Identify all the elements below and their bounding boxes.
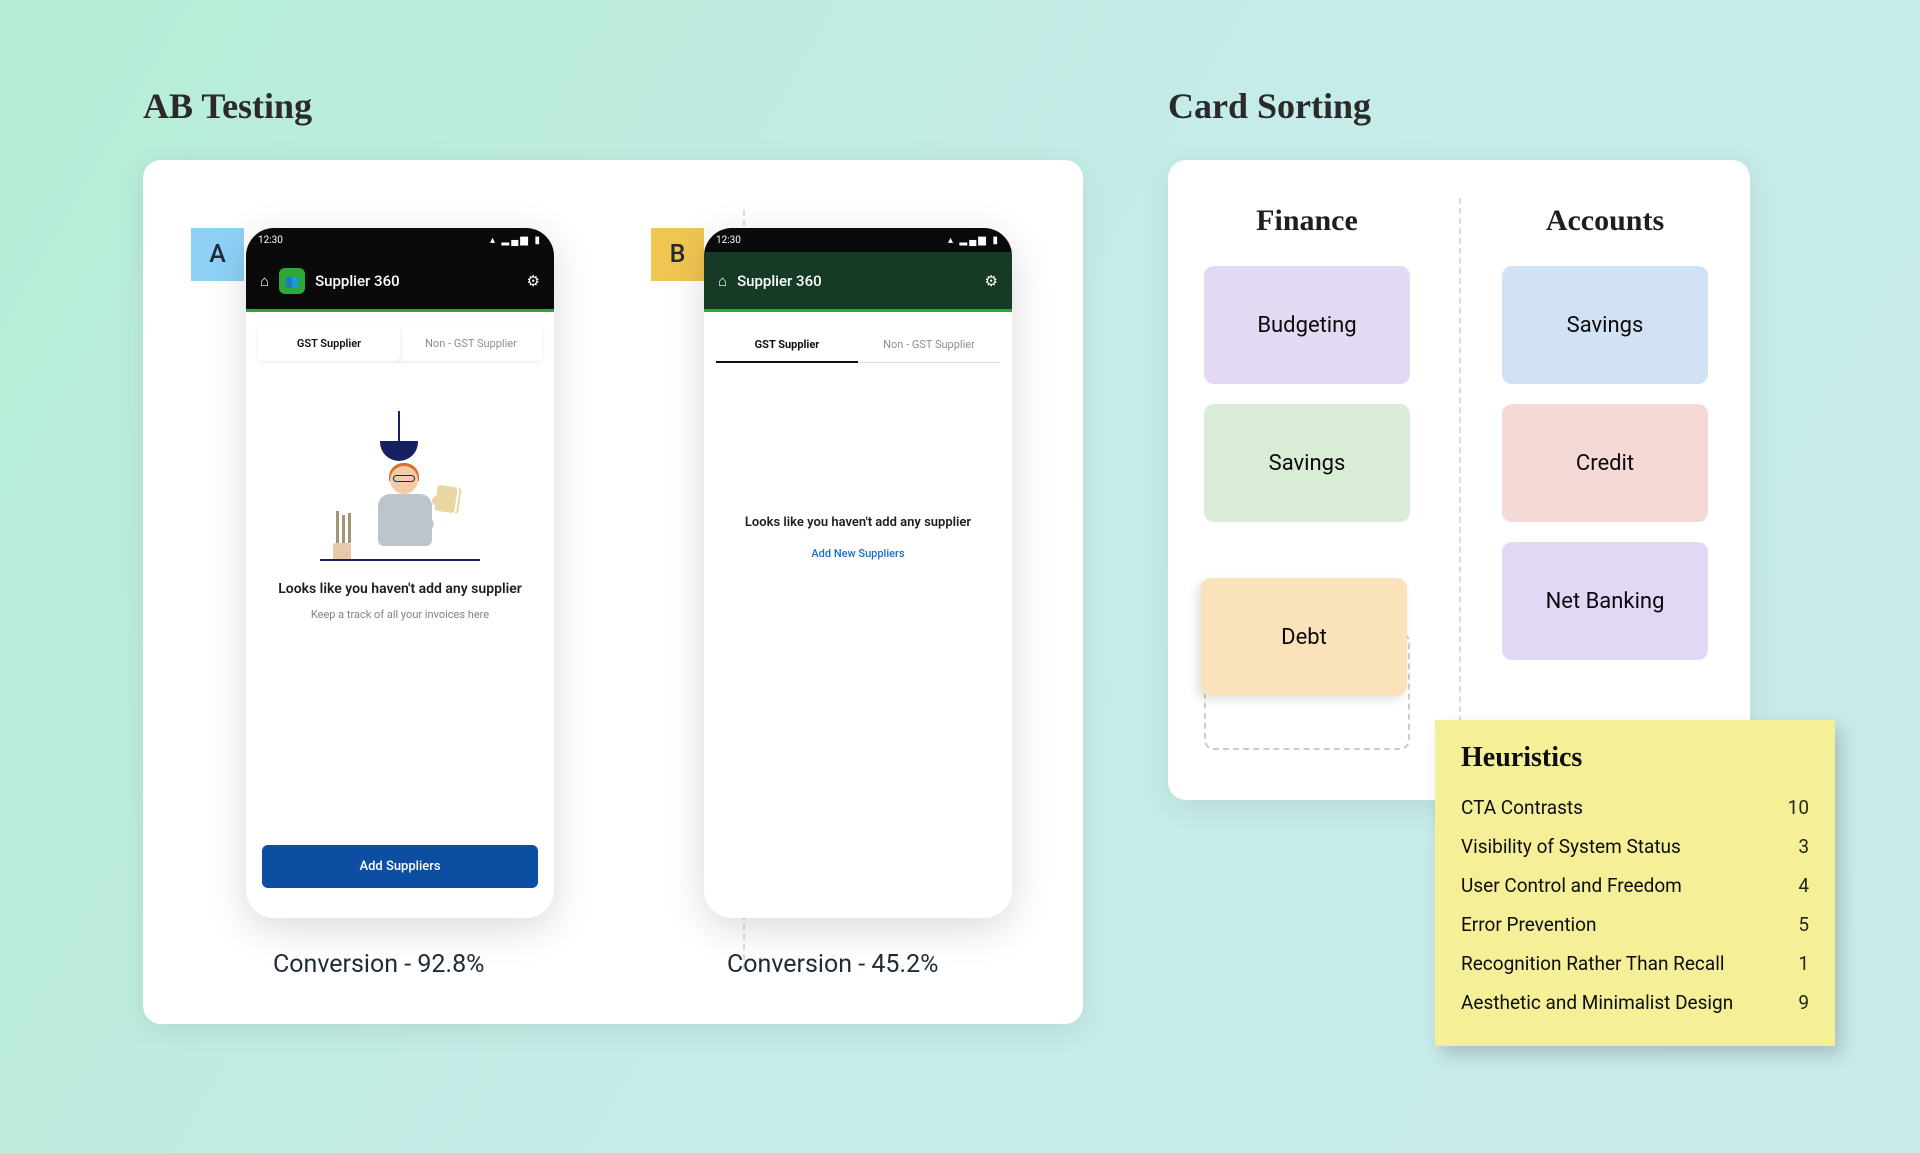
appbar: ⌂ 👥 Supplier 360 ⚙ [246,252,554,312]
heuristic-value: 4 [1798,874,1809,897]
heuristic-row: CTA Contrasts 10 [1461,788,1809,827]
heuristic-label: User Control and Freedom [1461,874,1682,897]
statusbar-time: 12:30 [258,235,283,246]
heuristic-label: Recognition Rather Than Recall [1461,952,1724,975]
tab-non-gst[interactable]: Non - GST Supplier [400,326,542,361]
supplier-logo-icon: 👥 [279,268,305,294]
gear-icon[interactable]: ⚙ [985,272,998,290]
heuristic-value: 9 [1798,991,1809,1014]
add-suppliers-button[interactable]: Add Suppliers [262,845,538,888]
conversion-a: Conversion - 92.8% [273,950,484,979]
card-savings[interactable]: Savings [1502,266,1708,384]
heuristic-label: Error Prevention [1461,913,1597,936]
empty-illustration [320,411,480,561]
card-net-banking[interactable]: Net Banking [1502,542,1708,660]
column-accounts: Accounts Savings Credit Net Banking [1502,204,1708,680]
column-title-accounts: Accounts [1502,204,1708,238]
wifi-icon: ▴ [490,235,497,246]
heuristic-label: CTA Contrasts [1461,796,1583,819]
card-debt[interactable]: Debt [1201,578,1407,696]
heuristic-label: Aesthetic and Minimalist Design [1461,991,1733,1014]
phone-variant-b: 12:30 ▴ ▂▄▆ ▮ ⌂ Supplier 360 ⚙ GST Suppl… [704,228,1012,918]
battery-icon: ▮ [534,235,542,246]
variant-badge-a: A [191,228,244,281]
cs-divider [1459,198,1461,762]
empty-state: Looks like you haven't add any supplier … [704,513,1012,560]
home-icon[interactable]: ⌂ [260,272,269,290]
statusbar-time: 12:30 [716,235,741,246]
heuristic-value: 5 [1798,913,1809,936]
tabs: GST Supplier Non - GST Supplier [258,326,542,361]
section-title-ab: AB Testing [143,85,312,127]
home-icon[interactable]: ⌂ [718,272,727,290]
tab-gst[interactable]: GST Supplier [258,326,400,361]
note-title: Heuristics [1461,742,1809,774]
heuristic-value: 1 [1798,952,1809,975]
add-new-suppliers-link[interactable]: Add New Suppliers [724,547,992,560]
heuristic-label: Visibility of System Status [1461,835,1681,858]
card-budgeting[interactable]: Budgeting [1204,266,1410,384]
empty-subtitle: Keep a track of all your invoices here [266,608,534,621]
app-title: Supplier 360 [315,272,400,290]
signal-icon: ▂▄▆ [960,235,988,246]
tabs: GST Supplier Non - GST Supplier [716,328,1000,363]
empty-title: Looks like you haven't add any supplier [724,513,992,533]
heuristic-row: Error Prevention 5 [1461,905,1809,944]
statusbar: 12:30 ▴ ▂▄▆ ▮ [246,228,554,252]
phone-variant-a: 12:30 ▴ ▂▄▆ ▮ ⌂ 👥 Supplier 360 ⚙ GST Sup… [246,228,554,918]
heuristic-row: User Control and Freedom 4 [1461,866,1809,905]
card-credit[interactable]: Credit [1502,404,1708,522]
status-icons: ▴ ▂▄▆ ▮ [948,235,1000,246]
ab-testing-panel: A B 12:30 ▴ ▂▄▆ ▮ ⌂ 👥 Supplier 360 ⚙ GST… [143,160,1083,1024]
tab-gst[interactable]: GST Supplier [716,328,858,363]
app-title: Supplier 360 [737,272,822,290]
heuristics-note[interactable]: Heuristics CTA Contrasts 10 Visibility o… [1435,720,1835,1046]
status-icons: ▴ ▂▄▆ ▮ [490,235,542,246]
heuristic-row: Recognition Rather Than Recall 1 [1461,944,1809,983]
conversion-b: Conversion - 45.2% [727,950,938,979]
wifi-icon: ▴ [948,235,955,246]
heuristic-row: Aesthetic and Minimalist Design 9 [1461,983,1809,1022]
battery-icon: ▮ [992,235,1000,246]
appbar: ⌂ Supplier 360 ⚙ [704,252,1012,312]
empty-state: Looks like you haven't add any supplier … [246,411,554,621]
section-title-card-sorting: Card Sorting [1168,85,1371,127]
empty-title: Looks like you haven't add any supplier [266,579,534,600]
statusbar: 12:30 ▴ ▂▄▆ ▮ [704,228,1012,252]
card-sorting-panel: Finance Budgeting Savings Debt Accounts … [1168,160,1750,800]
gear-icon[interactable]: ⚙ [527,272,540,290]
heuristic-row: Visibility of System Status 3 [1461,827,1809,866]
column-title-finance: Finance [1204,204,1410,238]
card-savings[interactable]: Savings [1204,404,1410,522]
column-finance: Finance Budgeting Savings Debt [1204,204,1410,680]
tab-non-gst[interactable]: Non - GST Supplier [858,328,1000,363]
heuristic-value: 3 [1798,835,1809,858]
variant-badge-b: B [651,228,704,281]
heuristic-value: 10 [1788,796,1809,819]
signal-icon: ▂▄▆ [502,235,530,246]
